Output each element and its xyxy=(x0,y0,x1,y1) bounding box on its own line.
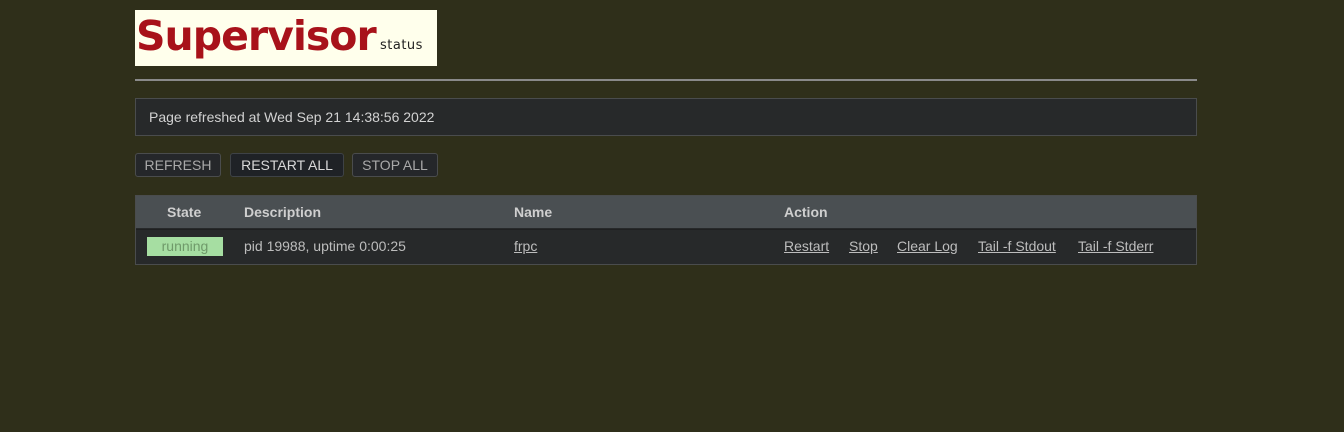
restart-all-button[interactable]: RESTART ALL xyxy=(230,153,344,177)
status-message: Page refreshed at Wed Sep 21 14:38:56 20… xyxy=(149,109,435,125)
header-state: State xyxy=(167,204,202,220)
table-row: running pid 19988, uptime 0:00:25 frpc R… xyxy=(136,229,1196,263)
supervisor-logo: Supervisor status xyxy=(135,10,437,66)
page-container: Supervisor status Page refreshed at Wed … xyxy=(135,10,1197,265)
status-badge: running xyxy=(147,237,223,256)
tail-stderr-link[interactable]: Tail -f Stderr xyxy=(1078,238,1153,254)
stop-all-button[interactable]: STOP ALL xyxy=(352,153,438,177)
header-name: Name xyxy=(514,204,553,220)
refresh-button[interactable]: REFRESH xyxy=(135,153,221,177)
process-table: State Description Name Action running pi… xyxy=(135,195,1197,265)
stop-link[interactable]: Stop xyxy=(849,238,878,254)
restart-link[interactable]: Restart xyxy=(784,238,829,254)
clear-log-link[interactable]: Clear Log xyxy=(897,238,958,254)
tail-stdout-link[interactable]: Tail -f Stdout xyxy=(978,238,1056,254)
process-description: pid 19988, uptime 0:00:25 xyxy=(244,238,406,254)
logo-title: Supervisor xyxy=(136,12,377,60)
status-message-box: Page refreshed at Wed Sep 21 14:38:56 20… xyxy=(135,98,1197,136)
table-header: State Description Name Action xyxy=(136,196,1196,228)
header-divider xyxy=(135,79,1197,81)
header-description: Description xyxy=(244,204,322,220)
header-action: Action xyxy=(784,204,828,220)
logo-subtitle: status xyxy=(380,38,423,53)
process-name-link[interactable]: frpc xyxy=(514,238,537,254)
